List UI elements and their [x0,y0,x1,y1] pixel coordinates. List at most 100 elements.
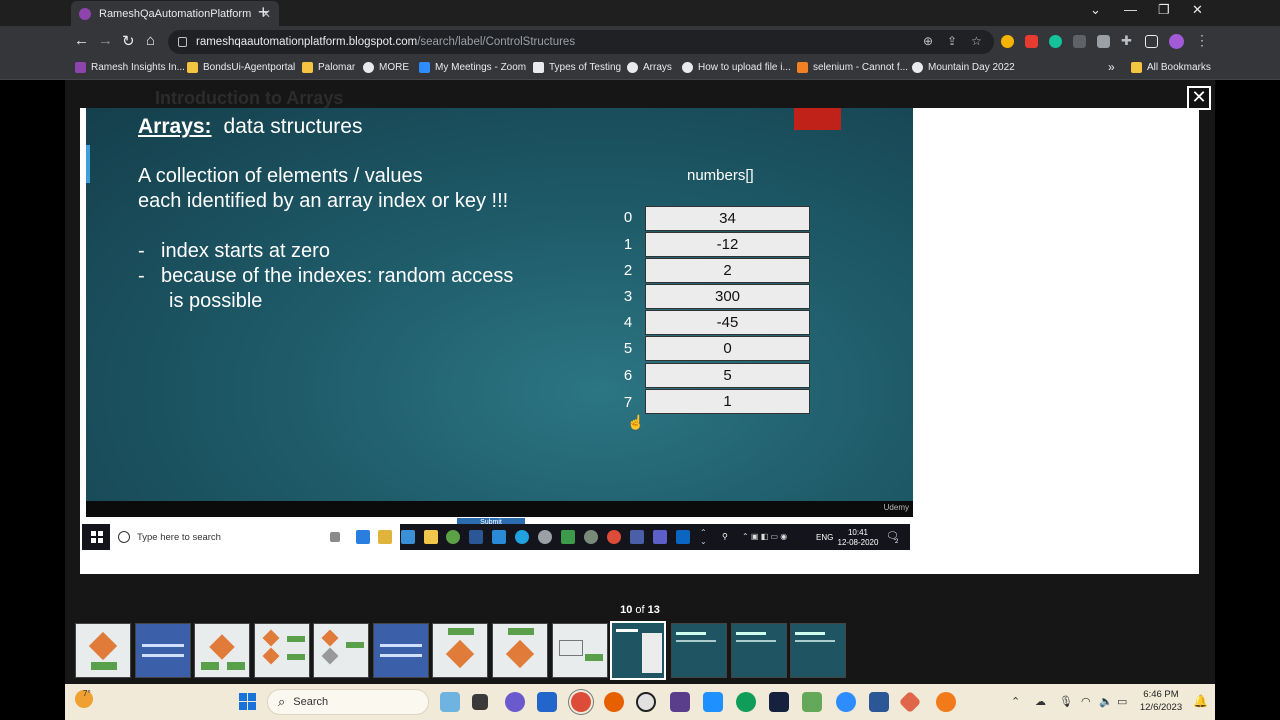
window-close-icon[interactable]: ✕ [1192,2,1203,18]
new-tab-button[interactable]: + [258,3,269,21]
volume-icon[interactable]: 🔈 [1099,695,1113,708]
gallery-thumbnail[interactable] [671,623,727,678]
word-icon[interactable] [869,692,889,712]
red-marker-box [794,108,841,130]
gallery-thumbnail[interactable] [313,623,369,678]
dell-icon[interactable] [636,692,656,712]
clock-date: 12/6/2023 [1139,702,1183,713]
wifi-icon[interactable]: ◠ [1081,695,1091,708]
edge-legacy-icon [356,530,370,544]
array-index: 3 [623,288,633,305]
gallery-thumbnail[interactable] [552,623,608,678]
bookmark-item[interactable]: MORE [363,62,409,73]
bookmark-item[interactable]: My Meetings - Zoom [419,62,526,73]
back-arrow-icon[interactable]: ← [74,32,89,49]
site-favicon-icon [79,7,91,20]
gallery-thumbnail[interactable] [254,623,310,678]
firefox-icon[interactable] [604,692,624,712]
chrome-icon [607,530,621,544]
bookmark-item[interactable]: Types of Testing [533,62,621,73]
gallery-thumbnail[interactable] [790,623,846,678]
chrome-icon[interactable] [571,692,591,712]
bookmarks-overflow-button[interactable]: » [1108,60,1115,74]
browser-menu-icon[interactable]: ⋮ [1195,32,1209,49]
array-index: 5 [623,340,633,357]
video-lang-indicator: ENG [816,533,834,542]
app-blue-icon[interactable] [703,692,723,712]
microphone-icon[interactable]: 🎙 [1059,695,1073,708]
home-icon[interactable]: ⌂ [146,32,155,49]
udemy-watermark: Udemy [883,503,909,512]
word-icon [469,530,483,544]
taskbar-search[interactable]: ⌕ Search [267,689,429,715]
minimize-icon[interactable]: — [1124,2,1137,17]
copilot-icon[interactable] [440,692,460,712]
video-taskbar: Type here to search ⌃ ⌄ ⚲ ⌃ ▣ ◧ ▭ ◉ ENG 1… [82,524,910,550]
extensions-puzzle-icon[interactable]: ✚ [1121,33,1132,49]
bookmark-item[interactable]: How to upload file i... [682,62,791,73]
app-orange-icon[interactable] [898,690,922,714]
bookmark-item[interactable]: BondsUi-Agentportal [187,62,295,73]
globe-icon [682,62,693,73]
battery-icon[interactable]: ▭ [1117,695,1127,708]
slide-title: Arrays: data structures [138,115,362,139]
video-clock-time: 10:41 [847,528,869,537]
app-green-icon[interactable] [802,692,822,712]
app-pen-icon[interactable] [936,692,956,712]
bookmark-item[interactable]: Arrays [627,62,672,73]
hand-cursor-icon: ☝ [627,414,645,430]
zoom-icon[interactable] [836,692,856,712]
forward-arrow-icon[interactable]: → [98,32,113,49]
array-index: 1 [623,236,633,253]
gallery-thumbnail[interactable] [731,623,787,678]
profile-avatar[interactable] [1169,34,1184,49]
gallery-thumbnail[interactable] [75,623,131,678]
system-clock[interactable]: 6:46 PM 12/6/2023 [1129,688,1193,714]
edge-icon[interactable] [736,692,756,712]
address-bar[interactable]: rameshqaautomationplatform.blogspot.com /… [168,30,994,54]
app-gray-icon [538,530,552,544]
app-purple-icon[interactable] [670,692,690,712]
bookmark-item[interactable]: Mountain Day 2022 [912,62,1015,73]
side-panel-icon[interactable] [1145,35,1158,48]
notification-bell-icon[interactable]: 🔔 [1193,694,1208,708]
bookmark-item[interactable]: Palomar [302,62,355,73]
reload-icon[interactable]: ↻ [122,32,135,50]
stackoverflow-icon [797,62,808,73]
share-icon[interactable]: ⇪ [947,34,957,48]
background-page-heading: Introduction to Arrays [155,88,344,108]
bookmark-item[interactable]: Ramesh Insights In... [75,62,185,73]
start-button[interactable] [239,693,256,710]
chat-icon[interactable] [505,692,525,712]
gallery-thumbnail[interactable] [194,623,250,678]
array-cell: 5 [645,363,810,388]
gallery-thumbnail[interactable] [135,623,191,678]
gallery-thumbnail-active[interactable] [610,621,666,680]
task-view-icon[interactable] [472,694,488,710]
array-cell: -45 [645,310,810,335]
tab-search-chevron-icon[interactable]: ⌄ [1090,2,1101,18]
bookmark-star-icon[interactable]: ☆ [971,34,982,48]
gallery-thumbnail[interactable] [373,623,429,678]
lightbox-close-button[interactable]: ✕ [1187,86,1211,110]
folder-icon [302,62,313,73]
store-icon[interactable] [537,692,557,712]
extension-emoji-icon[interactable] [1001,35,1014,48]
bookmark-item[interactable]: selenium - Cannot f... [797,62,908,73]
globe-icon [912,62,923,73]
zoom-icon[interactable]: ⊕ [923,34,933,48]
grammarly-icon[interactable] [1049,35,1062,48]
tray-chevron-icon[interactable]: ⌃ [1011,695,1020,708]
browser-tab[interactable]: RameshQaAutomationPlatform ✕ [71,1,279,26]
pager-current: 10 [620,604,633,616]
gallery-thumbnail[interactable] [492,623,548,678]
slide-title-bold: Arrays: [138,115,212,138]
extension-pdf-icon[interactable] [1097,35,1110,48]
gallery-thumbnail[interactable] [432,623,488,678]
extension-red-icon[interactable] [1025,35,1038,48]
app-dark-icon[interactable] [769,692,789,712]
maximize-icon[interactable]: ❐ [1158,2,1170,18]
all-bookmarks-button[interactable]: All Bookmarks [1131,62,1211,73]
tray-network-status-icon[interactable]: ☁ [1035,695,1046,708]
extension-gray-icon[interactable] [1073,35,1086,48]
